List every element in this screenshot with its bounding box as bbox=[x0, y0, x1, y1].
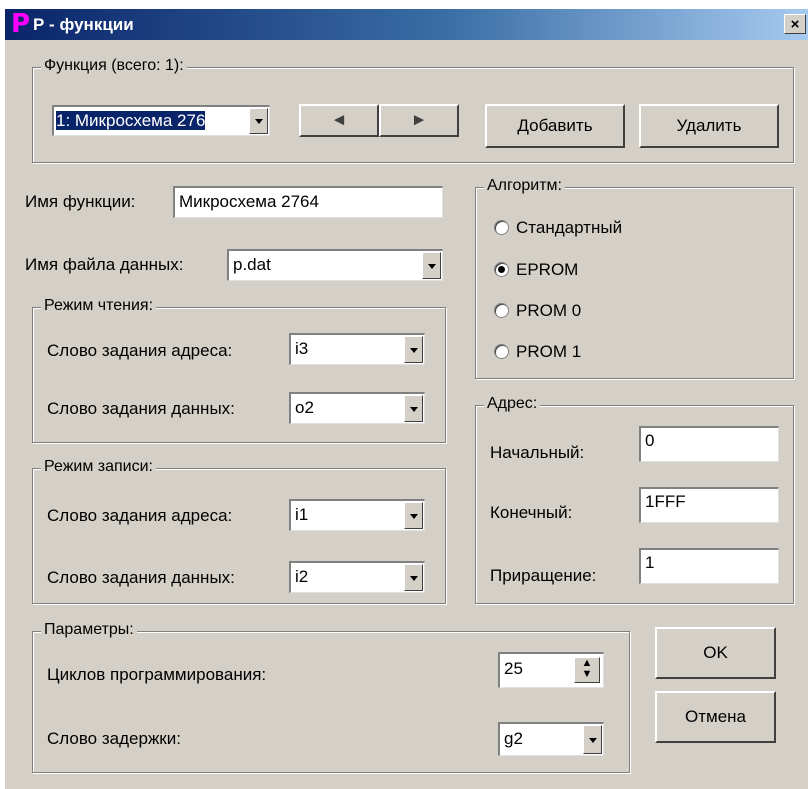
delete-button-label: Удалить bbox=[676, 116, 742, 135]
function-name-label: Имя функции: bbox=[25, 192, 136, 211]
algorithm-legend: Алгоритм: bbox=[484, 177, 565, 195]
function-select[interactable]: 1: Микросхема 276 bbox=[52, 105, 270, 136]
algorithm-option-label: PROM 1 bbox=[516, 342, 582, 361]
chevron-down-icon[interactable] bbox=[404, 564, 423, 591]
cycles-label: Циклов программирования: bbox=[47, 665, 267, 684]
address-group: Адрес: Начальный: 0 Конечный: 1FFF Прира… bbox=[475, 395, 794, 604]
write-data-label: Слово задания данных: bbox=[47, 568, 235, 587]
prev-function-button[interactable]: ◄ bbox=[299, 104, 379, 137]
data-file-label: Имя файла данных: bbox=[25, 255, 184, 274]
read-mode-group: Режим чтения: Слово задания адреса: i3 С… bbox=[32, 297, 446, 443]
write-address-label: Слово задания адреса: bbox=[47, 506, 233, 525]
write-data-select[interactable]: i2 bbox=[289, 561, 425, 593]
dialog-window: P Р - функции × Функция (всего: 1): 1: М… bbox=[4, 8, 808, 789]
cancel-button[interactable]: Отмена bbox=[655, 691, 776, 743]
close-icon: × bbox=[790, 16, 800, 33]
chevron-down-icon[interactable] bbox=[404, 502, 423, 529]
app-logo-icon: P bbox=[11, 9, 31, 39]
delay-select[interactable]: g2 bbox=[498, 722, 604, 756]
algorithm-option-label: Стандартный bbox=[516, 218, 623, 237]
function-select-value: 1: Микросхема 276 bbox=[56, 111, 206, 130]
radio-prom0[interactable] bbox=[494, 303, 509, 318]
radio-prom1[interactable] bbox=[494, 344, 509, 359]
delay-value: g2 bbox=[504, 729, 523, 748]
read-mode-legend: Режим чтения: bbox=[41, 297, 157, 315]
parameters-legend: Параметры: bbox=[41, 621, 137, 639]
read-data-label: Слово задания данных: bbox=[47, 399, 235, 418]
data-file-value: p.dat bbox=[233, 255, 271, 274]
read-data-value: o2 bbox=[295, 398, 314, 417]
delay-label: Слово задержки: bbox=[47, 729, 181, 748]
write-address-value: i1 bbox=[295, 505, 309, 524]
algorithm-option-label: PROM 0 bbox=[516, 301, 582, 320]
algorithm-group: Алгоритм: Стандартный EPROM PROM 0 PROM … bbox=[475, 177, 794, 379]
write-mode-legend: Режим записи: bbox=[41, 458, 156, 476]
next-function-button[interactable]: ► bbox=[379, 104, 459, 137]
close-button[interactable]: × bbox=[784, 14, 806, 34]
radio-eprom[interactable] bbox=[494, 262, 509, 277]
prev-arrow-icon: ◄ bbox=[330, 110, 348, 129]
start-address-label: Начальный: bbox=[490, 443, 585, 462]
step-value: 1 bbox=[645, 553, 655, 572]
step-label: Приращение: bbox=[490, 566, 597, 585]
add-button-label: Добавить bbox=[517, 116, 593, 135]
algorithm-option-label: EPROM bbox=[516, 260, 579, 279]
read-address-label: Слово задания адреса: bbox=[47, 341, 233, 360]
chevron-down-icon[interactable] bbox=[249, 108, 268, 134]
radio-standard[interactable] bbox=[494, 220, 509, 235]
chevron-down-icon[interactable] bbox=[583, 725, 602, 754]
add-button[interactable]: Добавить bbox=[485, 104, 625, 148]
title-bar[interactable]: P Р - функции × bbox=[5, 9, 808, 40]
parameters-group: Параметры: Циклов программирования: 25 ▲… bbox=[32, 621, 630, 773]
read-address-select[interactable]: i3 bbox=[289, 333, 425, 365]
function-group: Функция (всего: 1): 1: Микросхема 276 ◄ … bbox=[32, 57, 794, 163]
chevron-down-icon[interactable] bbox=[404, 395, 423, 422]
step-input[interactable]: 1 bbox=[639, 548, 779, 584]
write-data-value: i2 bbox=[295, 567, 309, 586]
delete-button[interactable]: Удалить bbox=[639, 104, 779, 148]
cycles-value: 25 bbox=[504, 659, 523, 678]
end-address-label: Конечный: bbox=[490, 503, 573, 522]
start-address-input[interactable]: 0 bbox=[639, 426, 779, 462]
read-data-select[interactable]: o2 bbox=[289, 392, 425, 424]
end-address-input[interactable]: 1FFF bbox=[639, 487, 779, 523]
chevron-down-icon[interactable] bbox=[404, 336, 423, 363]
function-group-legend: Функция (всего: 1): bbox=[41, 57, 187, 75]
cancel-button-label: Отмена bbox=[685, 707, 746, 726]
ok-button[interactable]: OK bbox=[655, 627, 776, 679]
address-legend: Адрес: bbox=[484, 395, 541, 413]
next-arrow-icon: ► bbox=[410, 110, 428, 129]
cycles-spinner[interactable]: 25 ▲ ▼ bbox=[498, 652, 604, 688]
read-address-value: i3 bbox=[295, 339, 309, 358]
ok-button-label: OK bbox=[703, 643, 728, 662]
write-mode-group: Режим записи: Слово задания адреса: i1 С… bbox=[32, 458, 446, 604]
end-address-value: 1FFF bbox=[645, 492, 686, 511]
spin-updown-icon[interactable]: ▲ ▼ bbox=[574, 657, 600, 683]
window-title: Р - функции bbox=[33, 15, 134, 34]
data-file-select[interactable]: p.dat bbox=[227, 249, 443, 281]
start-address-value: 0 bbox=[645, 431, 655, 450]
function-name-input[interactable]: Микросхема 2764 bbox=[173, 186, 443, 218]
chevron-down-icon[interactable] bbox=[422, 252, 441, 279]
function-name-value: Микросхема 2764 bbox=[179, 192, 319, 211]
write-address-select[interactable]: i1 bbox=[289, 499, 425, 531]
